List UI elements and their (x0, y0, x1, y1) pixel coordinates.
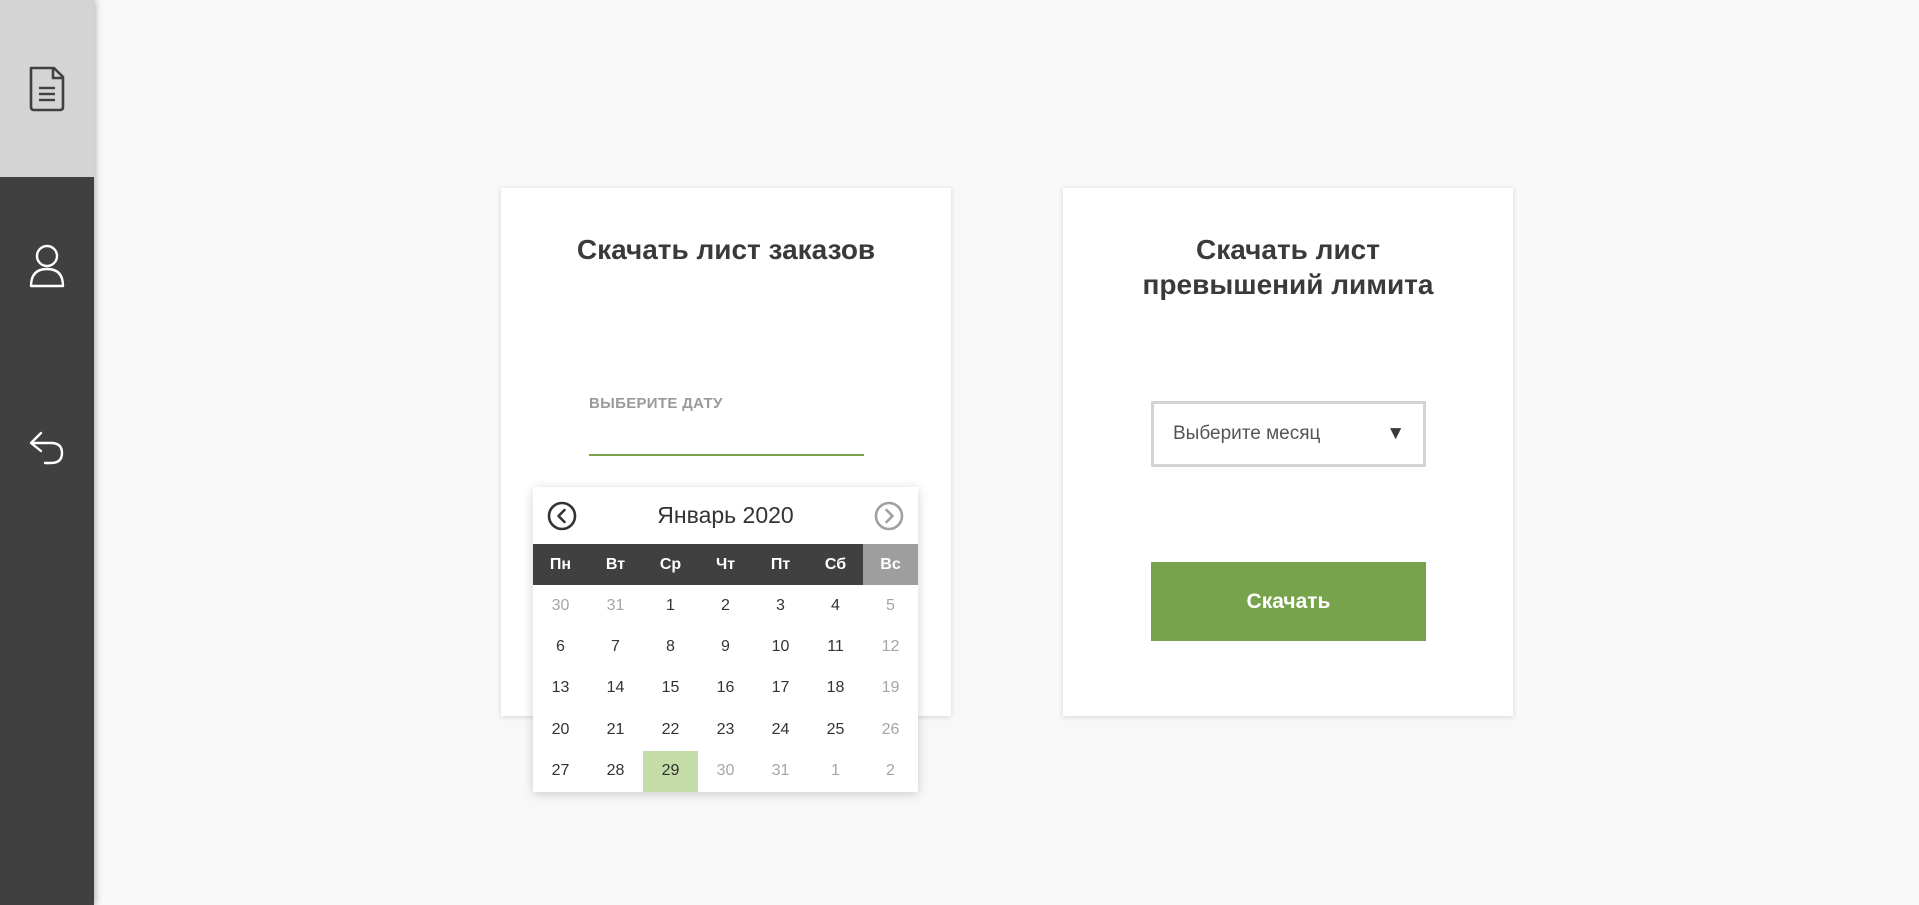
datepicker-header: Январь 2020 (533, 487, 918, 544)
document-icon (29, 66, 65, 111)
calendar-day[interactable]: 4 (808, 585, 863, 626)
calendar-day[interactable]: 7 (588, 626, 643, 667)
limits-card-title: Скачать лист превышений лимита (1063, 232, 1513, 302)
weekday-header: Ср (659, 555, 682, 573)
datepicker-weekday-row: Пн Вт Ср Чт Пт Сб Вс (533, 544, 918, 585)
calendar-day[interactable]: 12 (863, 626, 918, 667)
calendar-day[interactable]: 1 (643, 585, 698, 626)
weekday-header: Пт (770, 555, 791, 573)
download-button[interactable]: Скачать (1151, 562, 1426, 641)
calendar-day[interactable]: 30 (533, 585, 588, 626)
calendar-day[interactable]: 18 (808, 668, 863, 709)
weekday-header: Вс (863, 544, 918, 585)
orders-card-title: Скачать лист заказов (576, 234, 876, 265)
weekday-header: Сб (824, 555, 847, 573)
calendar-day[interactable]: 3 (753, 585, 808, 626)
user-icon (29, 244, 65, 287)
limits-download-card: Скачать лист превышений лимита Выберите … (1063, 188, 1513, 716)
chevron-left-circle-icon (547, 501, 577, 531)
datepicker-month-title: Январь 2020 (657, 502, 794, 528)
date-input[interactable] (589, 428, 864, 456)
calendar-day[interactable]: 15 (643, 668, 698, 709)
calendar-day[interactable]: 16 (698, 668, 753, 709)
date-label: ВЫБЕРИТЕ ДАТУ (589, 395, 723, 412)
weekday-header: Вт (605, 555, 626, 573)
calendar-day[interactable]: 24 (753, 709, 808, 750)
undo-icon (29, 431, 64, 464)
calendar-day[interactable]: 22 (643, 709, 698, 750)
calendar-day[interactable]: 30 (698, 751, 753, 792)
datepicker-popup: Январь 2020 Пн Вт Ср Чт Пт Сб Вс 30 31 1 2 3 4 5 6 7 8 9… (533, 487, 918, 792)
calendar-day[interactable]: 14 (588, 668, 643, 709)
calendar-day[interactable]: 11 (808, 626, 863, 667)
sidebar (0, 0, 94, 905)
calendar-day[interactable]: 2 (698, 585, 753, 626)
calendar-day[interactable]: 5 (863, 585, 918, 626)
calendar-day[interactable]: 27 (533, 751, 588, 792)
month-select-placeholder: Выберите месяц (1173, 423, 1321, 444)
calendar-day[interactable]: 10 (753, 626, 808, 667)
calendar-day[interactable]: 31 (588, 585, 643, 626)
calendar-day[interactable]: 2 (863, 751, 918, 792)
calendar-day[interactable]: 28 (588, 751, 643, 792)
calendar-day[interactable]: 19 (863, 668, 918, 709)
limits-card-title-line1: Скачать лист (1196, 234, 1380, 265)
calendar-day[interactable]: 17 (753, 668, 808, 709)
calendar-day[interactable]: 20 (533, 709, 588, 750)
calendar-day[interactable]: 26 (863, 709, 918, 750)
chevron-right-circle-icon (874, 501, 904, 531)
sidebar-item-profile[interactable] (0, 177, 94, 354)
datepicker-days-grid: 30 31 1 2 3 4 5 6 7 8 9 10 11 12 13 14 15 16 17 18 19 20 21 22 2… (533, 585, 918, 792)
calendar-day[interactable]: 6 (533, 626, 588, 667)
next-month-button[interactable] (874, 501, 904, 531)
calendar-day-selected[interactable]: 29 (643, 750, 698, 792)
sidebar-item-back[interactable] (0, 357, 94, 534)
weekday-header: Чт (715, 555, 736, 573)
calendar-day[interactable]: 31 (753, 751, 808, 792)
calendar-day[interactable]: 8 (643, 626, 698, 667)
calendar-day[interactable]: 23 (698, 709, 753, 750)
calendar-day[interactable]: 25 (808, 709, 863, 750)
weekday-header: Пн (549, 555, 572, 573)
calendar-day[interactable]: 1 (808, 751, 863, 792)
caret-down-icon: ▼ (1386, 423, 1405, 444)
calendar-day[interactable]: 9 (698, 626, 753, 667)
calendar-day[interactable]: 21 (588, 709, 643, 750)
month-select[interactable]: Выберите месяц ▼ (1151, 401, 1426, 467)
limits-card-title-line2: превышений лимита (1142, 269, 1434, 300)
prev-month-button[interactable] (547, 501, 577, 531)
calendar-day[interactable]: 13 (533, 668, 588, 709)
sidebar-item-documents[interactable] (0, 0, 94, 177)
